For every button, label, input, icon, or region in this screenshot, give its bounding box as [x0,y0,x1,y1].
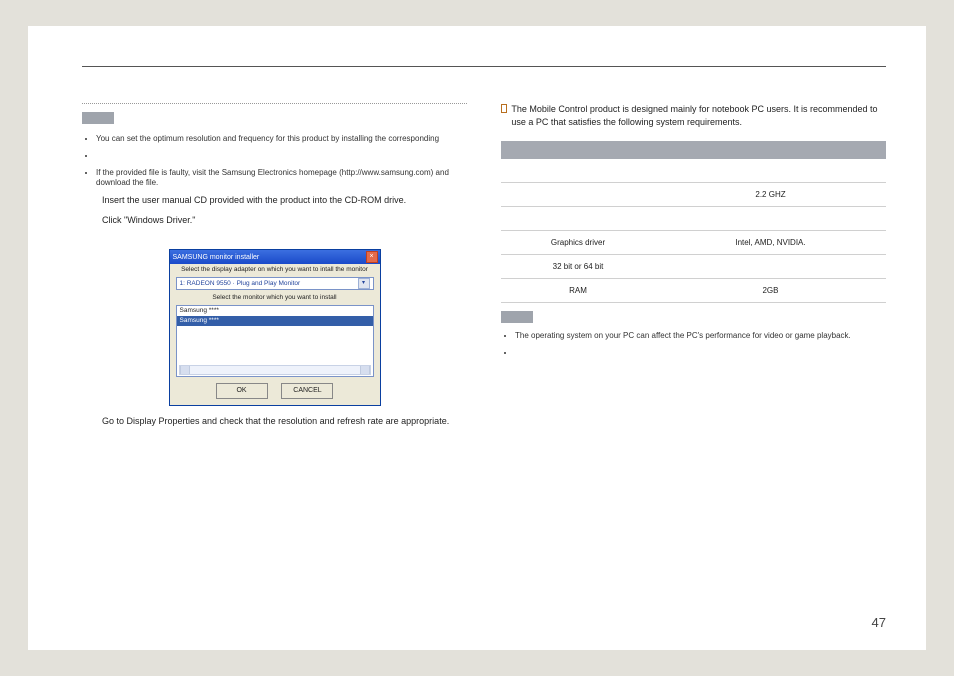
table-cell [501,159,655,183]
top-rule [82,66,886,67]
table-cell [501,207,655,231]
section-tag [501,311,533,323]
list-item[interactable]: Samsung **** [177,316,373,326]
table-cell [655,255,886,279]
table-row [501,207,886,231]
note-item: If the provided file is faulty, visit th… [96,168,467,190]
note-item: The operating system on your PC can affe… [515,331,886,342]
chevron-down-icon[interactable]: ▾ [358,278,370,289]
combobox-value: 1: RADEON 9550 · Plug and Play Monitor [180,278,301,289]
table-cell [655,207,886,231]
installer-prompt: Select the display adapter on which you … [170,264,380,275]
note-item [515,348,886,359]
table-cell [655,159,886,183]
intro-line: The Mobile Control product is designed m… [501,103,886,129]
instruction-step: Insert the user manual CD provided with … [102,195,467,205]
table-cell: 32 bit or 64 bit [501,255,655,279]
adapter-combobox[interactable]: 1: RADEON 9550 · Plug and Play Monitor ▾ [176,277,374,290]
right-column: The Mobile Control product is designed m… [501,103,886,426]
window-titlebar: SAMSUNG monitor installer × [170,250,380,264]
table-row [501,159,886,183]
table-cell: RAM [501,279,655,303]
table-cell: 2GB [655,279,886,303]
list-item[interactable]: Samsung **** [177,306,373,316]
intro-text: The Mobile Control product is designed m… [511,103,886,129]
ok-button[interactable]: OK [216,383,268,399]
table-row: Graphics driver Intel, AMD, NVIDIA. [501,231,886,255]
installer-prompt: Select the monitor which you want to ins… [170,292,380,303]
system-requirements-table: 2.2 GHZ Graphics driver Intel, AMD, NVID… [501,141,886,303]
table-header-row [501,141,886,159]
two-column-layout: You can set the optimum resolution and f… [82,103,886,426]
monitor-listbox[interactable]: Samsung **** Samsung **** [176,305,374,377]
figure-caption: Go to Display Properties and check that … [102,416,467,426]
window-title: SAMSUNG monitor installer [173,254,366,261]
scrollbar[interactable] [179,365,371,375]
button-row: OK CANCEL [170,379,380,405]
section-tag [82,112,114,124]
table-cell: Graphics driver [501,231,655,255]
bullet-icon [501,104,507,113]
table-cell: 2.2 GHZ [655,183,886,207]
table-cell [501,183,655,207]
instruction-step: Click "Windows Driver." [102,215,467,225]
installer-window: SAMSUNG monitor installer × Select the d… [169,249,381,406]
note-item [96,151,467,162]
dotted-rule [82,103,467,104]
table-row: 32 bit or 64 bit [501,255,886,279]
note-item: You can set the optimum resolution and f… [96,134,467,145]
table-header-cell [655,141,886,159]
table-cell: Intel, AMD, NVIDIA. [655,231,886,255]
note-list: The operating system on your PC can affe… [501,331,886,359]
table-row: 2.2 GHZ [501,183,886,207]
page-number: 47 [872,615,886,630]
cancel-button[interactable]: CANCEL [281,383,333,399]
table-header-cell [501,141,655,159]
left-column: You can set the optimum resolution and f… [82,103,467,426]
document-page: You can set the optimum resolution and f… [28,26,926,650]
note-list: You can set the optimum resolution and f… [82,134,467,189]
close-icon[interactable]: × [366,251,378,263]
table-row: RAM 2GB [501,279,886,303]
